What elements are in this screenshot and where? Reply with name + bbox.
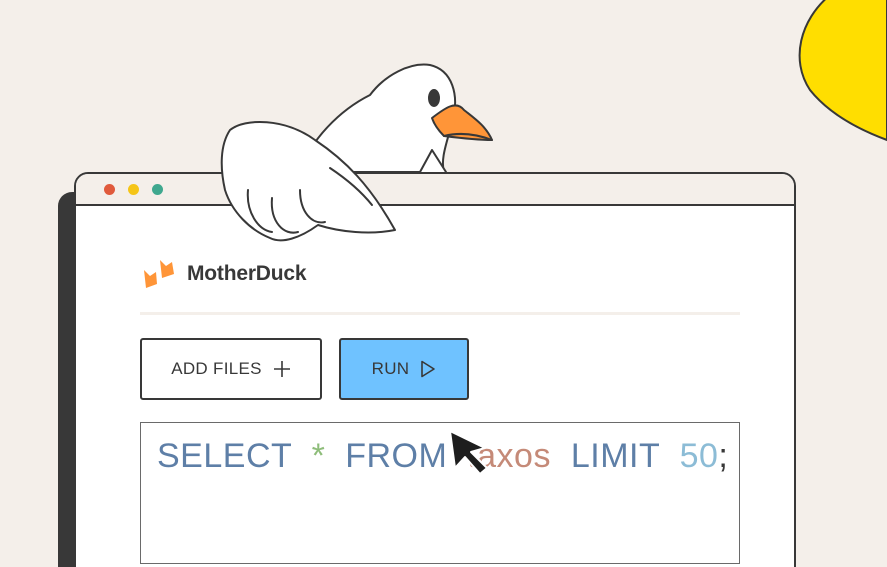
- mouse-pointer-icon: [449, 430, 488, 475]
- duck-mascot: [220, 63, 493, 242]
- hero-illustration: MotherDuck ADD FILES RUN SELECT * FROM t…: [0, 0, 887, 567]
